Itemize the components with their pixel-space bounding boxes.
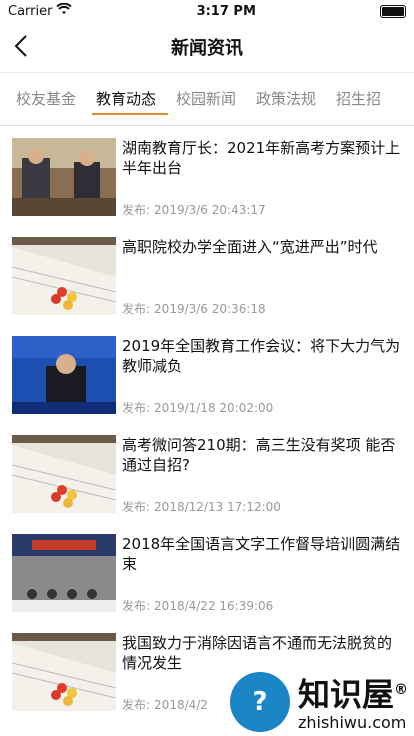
publish-label: 发布: [122, 599, 151, 613]
nav-bar: 新闻资讯 [0, 22, 414, 73]
publish-label: 发布: [122, 500, 151, 514]
carrier-label: Carrier [8, 3, 53, 19]
publish-date: 2019/3/6 20:43:17 [154, 203, 266, 217]
publish-label: 发布: [122, 203, 151, 217]
watermark-cn: 知识屋® [298, 672, 408, 713]
battery-icon [379, 4, 406, 18]
news-thumbnail [12, 435, 116, 513]
status-bar: Carrier 3:17 PM [0, 0, 414, 22]
news-meta: 发布: 2019/1/18 20:02:00 [122, 399, 402, 416]
category-tabs: 校友基金 教育动态 校园新闻 政策法规 招生招 [0, 73, 414, 126]
news-title: 2019年全国教育工作会议：将下大力气为教师减负 [122, 337, 401, 375]
watermark-text: 知识屋® zhishiwu.com [298, 672, 408, 732]
news-item[interactable]: 高职院校办学全面进入“宽进严出”时代 发布: 2019/3/6 20:36:18 [0, 237, 414, 336]
news-title: 湖南教育厅长：2021年新高考方案预计上半年出台 [122, 139, 401, 177]
registered-mark: ® [394, 682, 408, 699]
news-list: 湖南教育厅长：2021年新高考方案预计上半年出台 发布: 2019/3/6 20:… [0, 126, 414, 732]
news-thumbnail [12, 138, 116, 216]
status-left: Carrier [8, 2, 73, 19]
tab-education-news[interactable]: 教育动态 [80, 73, 168, 125]
status-time: 3:17 PM [196, 3, 256, 19]
publish-label: 发布: [122, 302, 151, 316]
news-thumbnail [12, 534, 116, 612]
publish-date: 2019/1/18 20:02:00 [154, 401, 274, 415]
tab-admissions[interactable]: 招生招 [320, 73, 400, 125]
watermark-cn-text: 知识屋 [297, 675, 394, 714]
publish-label: 发布: [122, 401, 151, 415]
news-item[interactable]: 湖南教育厅长：2021年新高考方案预计上半年出台 发布: 2019/3/6 20:… [0, 138, 414, 237]
tab-campus-news[interactable]: 校园新闻 [160, 73, 240, 125]
news-item[interactable]: 高考微问答210期：高三生没有奖项 能否通过自招? 发布: 2018/12/13 … [0, 435, 414, 534]
publish-date: 2019/3/6 20:36:18 [154, 302, 266, 316]
news-item[interactable]: 2019年全国教育工作会议：将下大力气为教师减负 发布: 2019/1/18 20… [0, 336, 414, 435]
news-item[interactable]: 2018年全国语言文字工作督导培训圆满结束 发布: 2018/4/22 16:39… [0, 534, 414, 633]
news-thumbnail [12, 336, 116, 414]
news-meta: 发布: 2018/4/22 16:39:06 [122, 597, 402, 614]
publish-date: 2018/12/13 17:12:00 [154, 500, 281, 514]
back-icon[interactable] [14, 34, 28, 62]
news-title: 高职院校办学全面进入“宽进严出”时代 [122, 238, 378, 256]
news-meta: 发布: 2019/3/6 20:36:18 [122, 300, 378, 317]
news-title: 高考微问答210期：高三生没有奖项 能否通过自招? [122, 436, 396, 474]
tab-policy[interactable]: 政策法规 [240, 73, 320, 125]
page-title: 新闻资讯 [171, 38, 243, 59]
question-icon: ? [229, 672, 290, 732]
news-thumbnail [12, 633, 116, 711]
news-thumbnail [12, 237, 116, 315]
news-title: 我国致力于消除因语言不通而无法脱贫的情况发生 [122, 634, 393, 672]
watermark: ? 知识屋® zhishiwu.com [229, 672, 408, 732]
wifi-icon [56, 2, 73, 19]
news-meta: 发布: 2019/3/6 20:43:17 [122, 201, 402, 218]
news-meta: 发布: 2018/12/13 17:12:00 [122, 498, 402, 515]
watermark-en: zhishiwu.com [297, 712, 407, 732]
publish-date: 2018/4/2 [154, 698, 208, 712]
publish-label: 发布: [122, 698, 151, 712]
news-title: 2018年全国语言文字工作督导培训圆满结束 [122, 535, 401, 573]
tab-alumni-fund[interactable]: 校友基金 [0, 73, 80, 125]
publish-date: 2018/4/22 16:39:06 [154, 599, 274, 613]
